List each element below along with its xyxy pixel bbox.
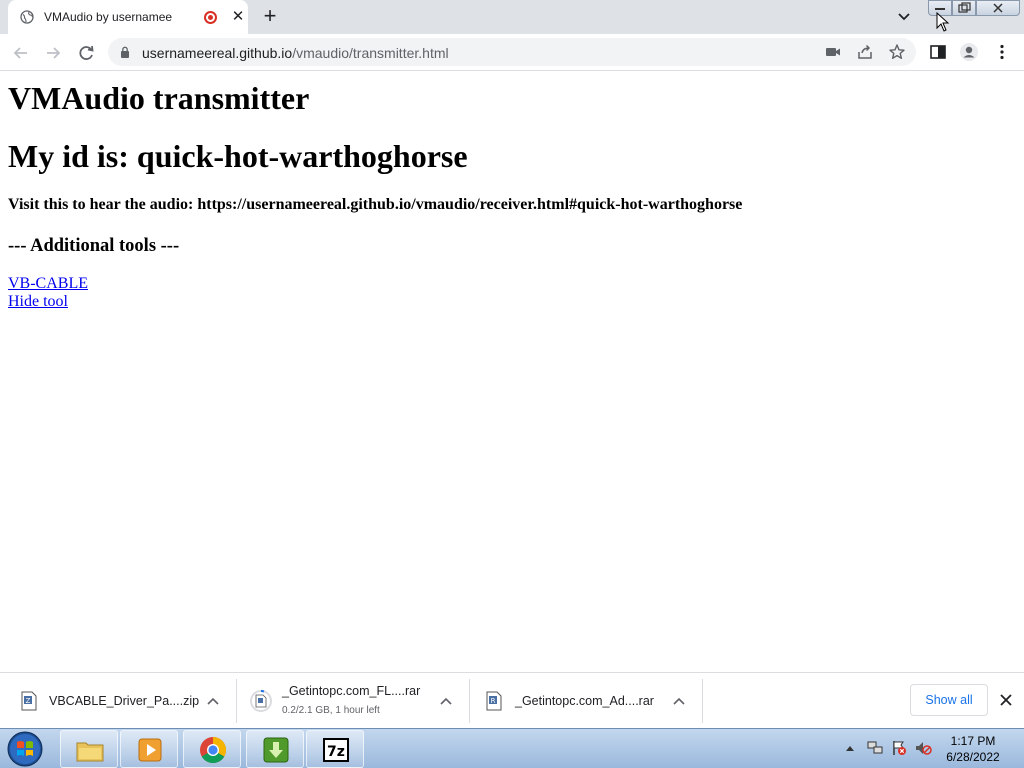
globe-icon: [20, 10, 34, 24]
mouse-cursor-icon: [936, 12, 950, 32]
clock-time: 1:17 PM: [950, 734, 996, 748]
svg-text:Z: Z: [26, 697, 31, 705]
additional-tools-heading: --- Additional tools ---: [8, 236, 180, 256]
download-item[interactable]: Z VBCABLE_Driver_Pa....zip: [8, 679, 236, 723]
download-item[interactable]: _Getintopc.com_FL....rar 0.2/2.1 GB, 1 h…: [240, 679, 468, 723]
svg-text:R: R: [491, 697, 496, 705]
svg-text:7z: 7z: [327, 744, 345, 760]
lock-icon[interactable]: [120, 46, 130, 58]
forward-arrow-icon[interactable]: [42, 42, 64, 64]
window-close-button[interactable]: [976, 0, 1020, 16]
tab-close-icon[interactable]: ✕: [230, 9, 246, 25]
address-bar[interactable]: usernameereal.github.io/vmaudio/transmit…: [108, 38, 916, 66]
start-orb-icon[interactable]: [4, 730, 46, 768]
zip-file-icon: Z: [21, 691, 37, 711]
chevron-up-icon[interactable]: [439, 696, 453, 706]
download-shelf: Z VBCABLE_Driver_Pa....zip _Getintopc.co…: [0, 672, 1024, 728]
network-icon[interactable]: [866, 739, 884, 757]
chevron-up-icon[interactable]: [672, 696, 686, 706]
windows-taskbar: 7z 1:17 PM 6/28/2022: [0, 728, 1024, 768]
back-arrow-icon[interactable]: [10, 42, 32, 64]
taskbar-media-player[interactable]: [120, 730, 178, 768]
url-host: usernameereal.github.io: [142, 45, 293, 61]
close-shelf-icon[interactable]: [998, 692, 1014, 708]
progress-ring-icon: [250, 690, 272, 712]
taskbar-download-manager[interactable]: [246, 730, 304, 768]
taskbar-explorer[interactable]: [60, 730, 118, 768]
download-status: 0.2/2.1 GB, 1 hour left: [282, 705, 380, 716]
new-tab-button[interactable]: +: [258, 5, 282, 29]
side-panel-icon[interactable]: [928, 42, 948, 62]
divider: [236, 679, 237, 723]
tab-search-chevron-down-icon[interactable]: [892, 8, 916, 26]
taskbar-7zip[interactable]: 7z: [306, 730, 364, 768]
page-content: VMAudio transmitter My id is: quick-hot-…: [0, 72, 1024, 672]
browser-toolbar: usernameereal.github.io/vmaudio/transmit…: [0, 34, 1024, 71]
download-filename: _Getintopc.com_Ad....rar: [515, 694, 654, 708]
chevron-up-icon[interactable]: [206, 696, 220, 706]
window-restore-button[interactable]: [952, 0, 976, 16]
show-all-button[interactable]: Show all: [910, 684, 988, 716]
restore-icon: [958, 2, 971, 13]
receiver-url-text: Visit this to hear the audio: https://us…: [8, 196, 743, 213]
id-heading: My id is: quick-hot-warthoghorse: [8, 138, 468, 174]
download-item[interactable]: R _Getintopc.com_Ad....rar: [473, 679, 701, 723]
more-options-kebab-icon[interactable]: [992, 42, 1012, 62]
tab-title: VMAudio by usernamee: [44, 10, 173, 24]
volume-muted-icon[interactable]: [914, 739, 932, 757]
camera-in-use-icon[interactable]: [824, 43, 842, 61]
url-path: /vmaudio/transmitter.html: [292, 45, 449, 61]
media-player-icon: [138, 738, 162, 762]
folder-icon: [76, 742, 104, 762]
action-center-flag-icon[interactable]: [890, 739, 908, 757]
browser-tab[interactable]: VMAudio by usernamee ✕: [8, 0, 248, 34]
reload-icon[interactable]: [75, 42, 97, 64]
close-icon: [993, 3, 1003, 13]
url-text[interactable]: usernameereal.github.io/vmaudio/transmit…: [142, 45, 449, 61]
divider: [469, 679, 470, 723]
download-manager-icon: [263, 737, 289, 763]
bookmark-star-icon[interactable]: [888, 43, 906, 61]
page-title: VMAudio transmitter: [8, 80, 310, 116]
profile-avatar-icon[interactable]: [959, 42, 979, 62]
divider: [702, 679, 703, 723]
share-icon[interactable]: [856, 43, 874, 61]
recording-indicator-icon: [204, 11, 217, 24]
rar-file-icon: R: [486, 691, 502, 711]
hide-tool-link[interactable]: Hide tool: [8, 293, 68, 311]
download-filename: _Getintopc.com_FL....rar: [282, 684, 421, 698]
tab-strip: VMAudio by usernamee ✕ +: [0, 0, 1024, 34]
show-hidden-icons-chevron-up-icon[interactable]: [844, 743, 856, 753]
chrome-icon: [200, 736, 227, 764]
vb-cable-link[interactable]: VB-CABLE: [8, 275, 88, 293]
taskbar-clock[interactable]: 1:17 PM 6/28/2022: [940, 733, 1006, 765]
clock-date: 6/28/2022: [946, 750, 1000, 764]
7zip-icon: 7z: [323, 738, 349, 762]
download-filename: VBCABLE_Driver_Pa....zip: [49, 694, 200, 708]
taskbar-chrome[interactable]: [183, 730, 241, 768]
